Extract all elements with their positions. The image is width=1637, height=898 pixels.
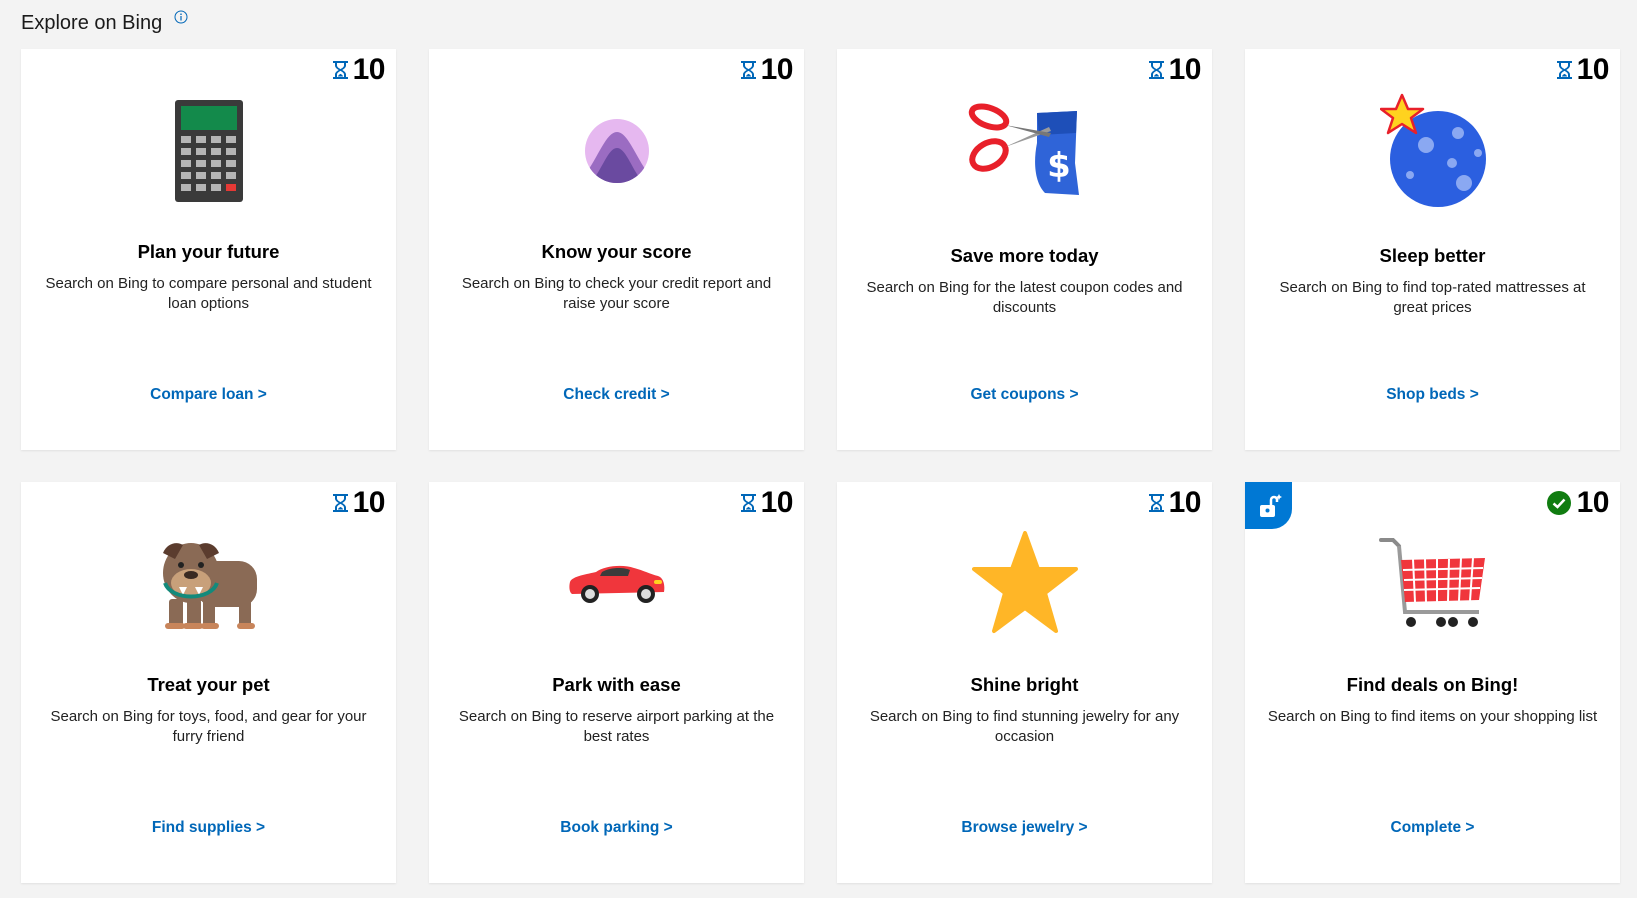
card-illustration — [429, 95, 804, 207]
hourglass-icon — [1148, 61, 1164, 79]
car-icon — [568, 565, 664, 603]
points-value: 10 — [1168, 53, 1202, 86]
hourglass-icon — [740, 494, 756, 512]
card-title: Park with ease — [552, 674, 681, 695]
card-description: Search on Bing to find items on your sho… — [1267, 708, 1598, 725]
svg-text:$: $ — [1047, 146, 1071, 186]
card-illustration — [21, 528, 396, 640]
points-badge: 10 — [1556, 53, 1610, 87]
card-find-deals[interactable]: 10 Find deals on Bing! Search on Bing to… — [1245, 482, 1620, 883]
card-title: Treat your pet — [147, 674, 270, 695]
section-title: Explore on Bing — [21, 11, 163, 34]
card-link[interactable]: Find supplies > — [21, 819, 396, 837]
hourglass-icon — [1556, 61, 1572, 79]
points-value: 10 — [352, 53, 386, 86]
card-description: Search on Bing to compare personal and s… — [45, 275, 372, 312]
star-icon — [971, 531, 1078, 633]
points-value: 10 — [760, 486, 794, 519]
hourglass-icon — [332, 61, 348, 79]
hourglass-icon — [1148, 494, 1164, 512]
card-link[interactable]: Check credit > — [429, 386, 804, 404]
card-title: Find deals on Bing! — [1346, 674, 1519, 695]
points-value: 10 — [760, 53, 794, 86]
points-badge: 10 — [1546, 486, 1610, 520]
card-plan-your-future[interactable]: 10 Plan your future Search on Bing to co… — [21, 49, 396, 450]
card-illustration — [429, 528, 804, 640]
check-circle-icon — [1546, 491, 1571, 515]
card-illustration: $ — [837, 95, 1212, 207]
credit-score-icon — [584, 119, 649, 183]
card-illustration — [21, 95, 396, 207]
card-illustration — [837, 528, 1212, 640]
shopping-cart-icon — [1378, 538, 1485, 627]
card-illustration — [1245, 528, 1620, 640]
points-badge: 10 — [740, 53, 794, 87]
unlocked-badge — [1245, 482, 1292, 529]
points-badge: 10 — [332, 53, 386, 87]
unlock-icon — [1259, 493, 1282, 517]
card-link[interactable]: Get coupons > — [837, 386, 1212, 404]
card-save-more-today[interactable]: 10 $ Save more today Search on Bing for … — [837, 49, 1212, 450]
card-sleep-better[interactable]: 10 Sleep better Search on Bing to find t… — [1245, 49, 1620, 450]
points-value: 10 — [1168, 486, 1202, 519]
card-shine-bright[interactable]: 10 Shine bright Search on Bing to find s… — [837, 482, 1212, 883]
activity-grid: 10 Plan your future Search on Bing to co… — [21, 49, 1620, 883]
card-title: Know your score — [541, 241, 692, 262]
points-badge: 10 — [332, 486, 386, 520]
info-icon[interactable] — [174, 10, 188, 24]
card-description: Search on Bing to reserve airport parkin… — [458, 708, 775, 745]
card-illustration — [1245, 93, 1620, 207]
card-link[interactable]: Shop beds > — [1245, 386, 1620, 404]
card-know-your-score[interactable]: 10 Know your score Search on Bing to che… — [429, 49, 804, 450]
points-value: 10 — [1576, 486, 1610, 519]
points-badge: 10 — [1148, 53, 1202, 87]
card-treat-your-pet[interactable]: 10 Treat your pet Search on Bing for toy… — [21, 482, 396, 883]
points-value: 10 — [1576, 53, 1610, 86]
hourglass-icon — [332, 494, 348, 512]
coupon-scissors-icon: $ — [968, 103, 1079, 195]
card-title: Sleep better — [1379, 245, 1486, 266]
calculator-icon — [174, 100, 243, 202]
moon-star-icon — [1379, 93, 1486, 207]
points-badge: 10 — [1148, 486, 1202, 520]
card-description: Search on Bing to find stunning jewelry … — [869, 708, 1180, 745]
points-badge: 10 — [740, 486, 794, 520]
card-description: Search on Bing to find top-rated mattres… — [1279, 279, 1586, 316]
card-link[interactable]: Compare loan > — [21, 386, 396, 404]
card-title: Plan your future — [137, 241, 280, 262]
dog-icon — [162, 543, 257, 629]
points-value: 10 — [352, 486, 386, 519]
hourglass-icon — [740, 61, 756, 79]
card-description: Search on Bing for toys, food, and gear … — [50, 708, 367, 745]
card-description: Search on Bing to check your credit repo… — [461, 275, 772, 312]
card-title: Save more today — [950, 245, 1099, 266]
card-park-with-ease[interactable]: 10 Park with ease Search on Bing to rese… — [429, 482, 804, 883]
card-link[interactable]: Book parking > — [429, 819, 804, 837]
card-link[interactable]: Browse jewelry > — [837, 819, 1212, 837]
section-header: Explore on Bing — [21, 8, 188, 38]
card-description: Search on Bing for the latest coupon cod… — [866, 279, 1183, 316]
card-link[interactable]: Complete > — [1245, 819, 1620, 837]
card-title: Shine bright — [970, 674, 1079, 695]
